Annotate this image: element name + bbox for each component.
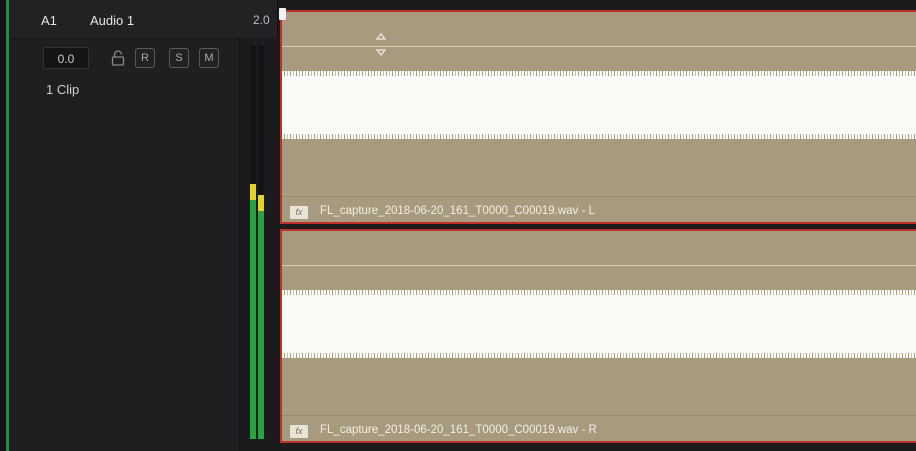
clip-name: FL_capture_2018-06-20_161_T0000_C00019.w… (320, 205, 595, 217)
track-header: A1 Audio 1 2.0 0.0 R S M 1 Clip (9, 0, 278, 451)
audio-clip-left[interactable]: fx FL_capture_2018-06-20_161_T0000_C0001… (280, 10, 916, 224)
waveform (282, 71, 916, 139)
record-arm-button[interactable]: R (135, 48, 155, 68)
track-id: A1 (41, 13, 57, 28)
playhead-marker[interactable] (279, 8, 286, 20)
clip-footer-divider (282, 415, 916, 416)
meter-channel-right (258, 46, 264, 439)
timeline-area[interactable]: fx FL_capture_2018-06-20_161_T0000_C0001… (278, 0, 916, 451)
meter-level-right (258, 195, 264, 439)
waveform (282, 290, 916, 358)
track-format: 2.0 (253, 13, 270, 27)
audio-meter (239, 38, 278, 451)
meter-level-left (250, 184, 256, 439)
fx-badge-icon[interactable]: fx (290, 206, 308, 219)
volume-line[interactable] (282, 265, 916, 266)
track-volume-field[interactable]: 0.0 (43, 47, 89, 69)
clip-name: FL_capture_2018-06-20_161_T0000_C00019.w… (320, 424, 597, 436)
mute-button[interactable]: M (199, 48, 219, 68)
volume-down-arrow-icon[interactable] (375, 49, 387, 57)
volume-up-arrow-icon[interactable] (375, 32, 387, 40)
volume-line[interactable] (282, 46, 916, 47)
track-header-top: A1 Audio 1 2.0 (9, 0, 277, 39)
audio-track-view: A1 Audio 1 2.0 0.0 R S M 1 Clip fx FL_ca… (0, 0, 916, 451)
lock-icon[interactable] (111, 50, 125, 66)
meter-channel-left (250, 46, 256, 439)
clip-count: 1 Clip (46, 82, 80, 97)
fx-badge-icon[interactable]: fx (290, 425, 308, 438)
clip-footer-divider (282, 196, 916, 197)
track-name[interactable]: Audio 1 (90, 13, 134, 28)
audio-clip-right[interactable]: fx FL_capture_2018-06-20_161_T0000_C0001… (280, 229, 916, 443)
solo-button[interactable]: S (169, 48, 189, 68)
